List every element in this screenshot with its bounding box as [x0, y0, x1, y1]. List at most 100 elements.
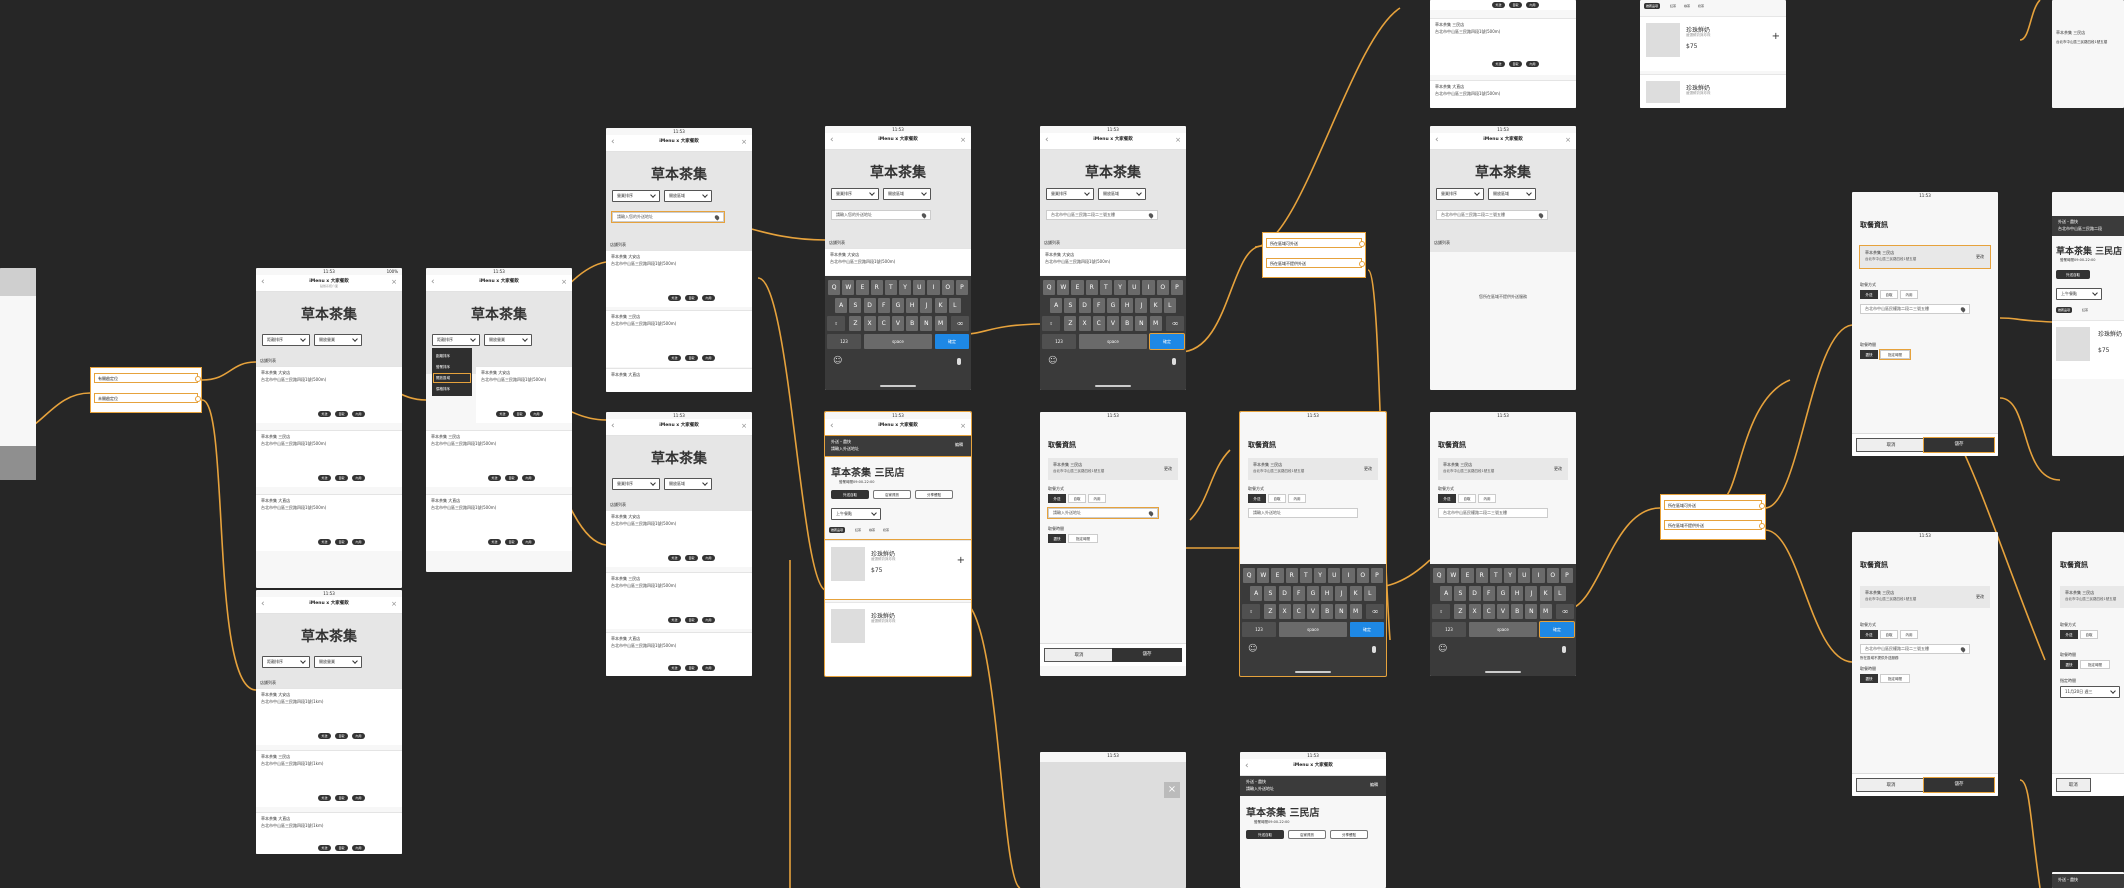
takeout-pill[interactable]: 外送: [668, 555, 681, 561]
meal-time-dropdown[interactable]: 上午餐點: [2056, 288, 2102, 300]
key-r[interactable]: R: [1285, 568, 1298, 583]
key-c[interactable]: C: [1292, 604, 1305, 619]
emoji-icon[interactable]: ☺: [1248, 644, 1257, 654]
key-h[interactable]: H: [1511, 586, 1524, 601]
key-i[interactable]: I: [1532, 568, 1545, 583]
key-z[interactable]: Z: [849, 316, 862, 331]
list-item[interactable]: 草本茶集 大安店 台北市中山區三民路四段1號(500m): [825, 248, 971, 275]
method-takeout[interactable]: 外送: [1860, 290, 1878, 299]
status-dropdown[interactable]: 開放區域: [1488, 188, 1536, 200]
sort-menu-item[interactable]: 距離排序: [434, 352, 470, 360]
takeout-pill[interactable]: 外送: [488, 475, 501, 481]
microphone-icon[interactable]: [1562, 646, 1566, 653]
key-a[interactable]: A: [1250, 586, 1263, 601]
key-y[interactable]: Y: [1314, 568, 1327, 583]
key-o[interactable]: O: [941, 280, 954, 295]
key-w[interactable]: W: [1257, 568, 1270, 583]
close-icon[interactable]: ×: [741, 138, 747, 146]
key-h[interactable]: H: [1321, 586, 1334, 601]
list-item[interactable]: 草本茶集 三民店 台北市中山區三民路四段1號(500m) 外送 自取 內用: [606, 310, 752, 367]
key-t[interactable]: T: [1099, 280, 1112, 295]
pickup-pill[interactable]: 自取: [685, 617, 698, 623]
store-info-button[interactable]: 店家資訊: [873, 490, 911, 499]
dinein-pill[interactable]: 內用: [352, 539, 365, 545]
key-o[interactable]: O: [1156, 280, 1169, 295]
key-s[interactable]: S: [1454, 586, 1467, 601]
key-l[interactable]: L: [1363, 586, 1376, 601]
change-link[interactable]: 更改: [1976, 254, 1984, 260]
key-d[interactable]: D: [1278, 586, 1291, 601]
space-key[interactable]: space: [1278, 622, 1348, 637]
takeout-pill[interactable]: 外送: [1492, 61, 1505, 67]
key-c[interactable]: C: [1092, 316, 1105, 331]
done-key[interactable]: 確定: [1538, 621, 1576, 638]
key-k[interactable]: K: [1149, 298, 1162, 313]
key-t[interactable]: T: [1299, 568, 1312, 583]
status-dropdown[interactable]: 開放營業: [484, 334, 532, 346]
cancel-button[interactable]: 取消: [1856, 778, 1927, 792]
key-n[interactable]: N: [1525, 604, 1538, 619]
address-search-input[interactable]: 台北市中山區三民路二段二三號五樓: [1436, 210, 1548, 220]
tab-milk-tea[interactable]: 奶茶: [1696, 3, 1706, 9]
time-now[interactable]: 盡快: [1048, 534, 1066, 543]
method-dinein[interactable]: 內用: [1478, 494, 1496, 503]
method-takeout[interactable]: 外送: [1248, 494, 1266, 503]
status-dropdown[interactable]: 開放區域: [664, 190, 712, 202]
key-m[interactable]: M: [1349, 604, 1362, 619]
change-link[interactable]: 更改: [1164, 466, 1172, 472]
delivery-address-input[interactable]: 台北市中山區民權路二段二三號五樓: [1438, 508, 1548, 518]
tab-recommended[interactable]: 推薦品項: [1644, 3, 1661, 9]
sort-menu-item[interactable]: 價格排序: [434, 385, 470, 393]
pickup-pill[interactable]: 自取: [335, 539, 348, 545]
list-item[interactable]: 草本茶集 三民店 台北市中山區三民路四段1號(500m) 外送 自取 內用: [256, 430, 402, 487]
time-scheduled[interactable]: 指定時間: [1879, 349, 1911, 360]
key-g[interactable]: G: [1306, 586, 1320, 601]
numbers-key[interactable]: 123: [827, 334, 862, 349]
key-h[interactable]: H: [906, 298, 919, 313]
emoji-icon[interactable]: ☺: [1438, 644, 1447, 654]
key-y[interactable]: Y: [1114, 280, 1127, 295]
dinein-pill[interactable]: 內用: [702, 355, 715, 361]
pickup-pill[interactable]: 自取: [505, 475, 518, 481]
list-item[interactable]: 草本茶集 大直店: [606, 368, 752, 392]
pickup-pill[interactable]: 自取: [335, 733, 348, 739]
microphone-icon[interactable]: [957, 358, 961, 365]
method-pickup[interactable]: 自取: [1458, 494, 1476, 503]
key-n[interactable]: N: [920, 316, 933, 331]
key-r[interactable]: R: [870, 280, 883, 295]
list-item[interactable]: 草本茶集 大安店 台北市中山區三民路四段1號(500m) 外送 自取 內用: [476, 366, 572, 423]
edit-link[interactable]: 編輯: [1370, 782, 1378, 788]
tab-recommended[interactable]: 推薦品項: [829, 527, 846, 533]
key-l[interactable]: L: [1553, 586, 1566, 601]
status-dropdown[interactable]: 開放營業: [314, 656, 362, 668]
key-i[interactable]: I: [927, 280, 940, 295]
dinein-pill[interactable]: 內用: [352, 795, 365, 801]
key-z[interactable]: Z: [1264, 604, 1277, 619]
time-now[interactable]: 盡快: [1860, 350, 1878, 359]
pickup-pill[interactable]: 自取: [335, 845, 348, 851]
key-u[interactable]: U: [1328, 568, 1341, 583]
sort-dropdown[interactable]: 營業排序: [612, 190, 660, 202]
key-j[interactable]: J: [1135, 298, 1148, 313]
dinein-pill[interactable]: 內用: [702, 295, 715, 301]
shift-key[interactable]: ⇧: [827, 316, 846, 331]
key-f[interactable]: F: [1092, 298, 1105, 313]
key-x[interactable]: X: [1078, 316, 1091, 331]
key-n[interactable]: N: [1135, 316, 1148, 331]
pickup-mode-button[interactable]: 外送自取: [1246, 830, 1284, 839]
key-w[interactable]: W: [1447, 568, 1460, 583]
key-p[interactable]: P: [1560, 568, 1573, 583]
cancel-button[interactable]: 取消: [1044, 648, 1115, 662]
tab-recommended[interactable]: 推薦品項: [2056, 307, 2073, 313]
key-j[interactable]: J: [1335, 586, 1348, 601]
time-scheduled[interactable]: 指定時間: [2080, 660, 2110, 669]
key-f[interactable]: F: [1482, 586, 1495, 601]
key-f[interactable]: F: [1292, 586, 1305, 601]
key-z[interactable]: Z: [1064, 316, 1077, 331]
method-pickup[interactable]: 自取: [1880, 630, 1898, 639]
dinein-pill[interactable]: 內用: [352, 845, 365, 851]
takeout-pill[interactable]: 外送: [318, 733, 331, 739]
method-dinein[interactable]: 內用: [1288, 494, 1306, 503]
sort-dropdown[interactable]: 營業排序: [831, 188, 879, 200]
store-card[interactable]: 草本茶集 三民店 台北市中山區三民路四段1號五樓 更改: [1248, 458, 1378, 480]
